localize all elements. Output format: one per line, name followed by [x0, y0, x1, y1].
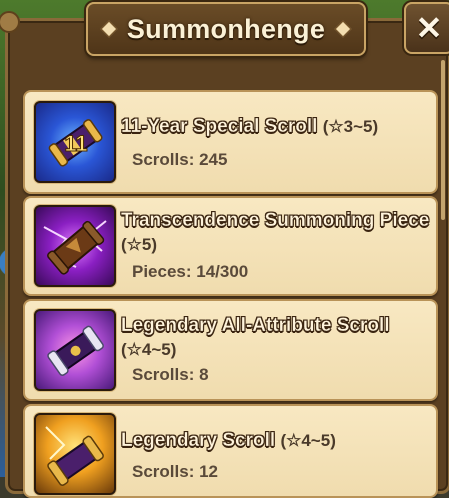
item-title: Legendary Scroll (☆4~5)	[121, 430, 336, 452]
legendary-all-attribute-scroll-icon	[34, 309, 116, 391]
window-title: Summonhenge	[126, 13, 326, 44]
item-title: (☆5)	[121, 234, 157, 256]
corner-ornament	[0, 11, 20, 33]
list-scrollbar[interactable]	[441, 60, 445, 220]
list-item[interactable]: Legendary All-Attribute Scroll (☆4~5) Sc…	[23, 299, 438, 401]
close-icon: ✕	[415, 10, 443, 46]
item-count: Pieces: 14/300	[132, 262, 249, 281]
item-title: (☆4~5)	[121, 339, 176, 361]
item-title: 11-Year Special Scroll (☆3~5)	[121, 116, 378, 138]
item-count: Scrolls: 8	[132, 365, 209, 384]
item-name: Transcendence Summoning Piece	[121, 210, 430, 231]
list-item[interactable]: 11 11-Year Special Scroll (☆3~5) Scrolls…	[23, 90, 438, 194]
legendary-scroll-icon	[34, 413, 116, 495]
close-button[interactable]: ✕	[404, 2, 449, 54]
special-scroll-icon: 11	[34, 101, 116, 183]
star-rank: (☆4~5)	[280, 431, 336, 450]
svg-text:11: 11	[64, 131, 87, 156]
item-name: 11-Year Special Scroll	[121, 116, 318, 137]
item-count: Scrolls: 12	[132, 462, 218, 481]
diamond-ornament-icon	[100, 20, 118, 38]
diamond-ornament-icon	[334, 20, 352, 38]
window-title-plate: Summonhenge	[86, 2, 366, 56]
item-name: Legendary All-Attribute Scroll	[121, 315, 390, 336]
transcendence-piece-icon	[34, 205, 116, 287]
item-count: Scrolls: 245	[132, 150, 228, 169]
item-name: Legendary Scroll	[121, 430, 276, 451]
list-item[interactable]: Legendary Scroll (☆4~5) Scrolls: 12	[23, 404, 438, 498]
star-rank: (☆4~5)	[121, 340, 177, 359]
star-rank: (☆3~5)	[322, 117, 379, 136]
list-item[interactable]: Transcendence Summoning Piece (☆5) Piece…	[23, 196, 438, 296]
star-rank: (☆5)	[121, 235, 158, 254]
